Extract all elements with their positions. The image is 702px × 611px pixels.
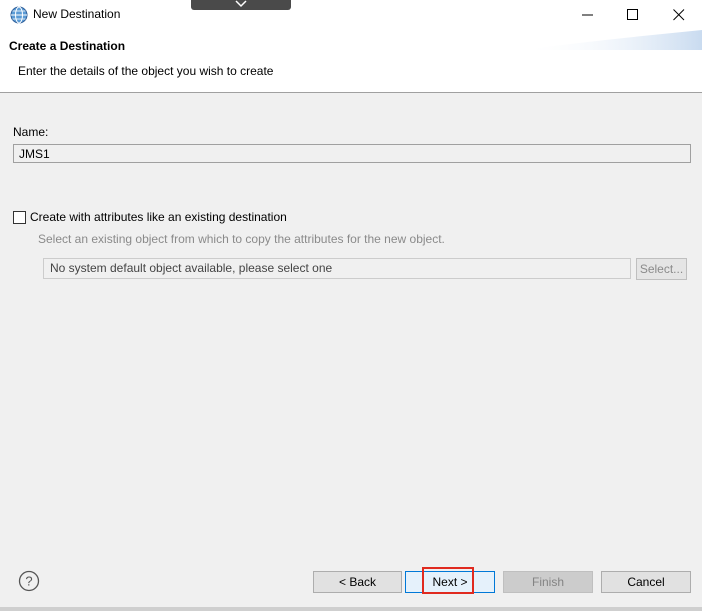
back-button[interactable]: < Back: [313, 571, 402, 593]
title-bar: New Destination: [0, 0, 702, 30]
existing-object-field: No system default object available, plea…: [43, 258, 631, 279]
next-button[interactable]: Next >: [405, 571, 495, 593]
select-button: Select...: [636, 258, 687, 280]
close-icon: [673, 9, 685, 21]
maximize-button[interactable]: [610, 0, 656, 30]
close-button[interactable]: [656, 0, 702, 30]
page-description: Enter the details of the object you wish…: [18, 64, 274, 78]
name-input[interactable]: [13, 144, 691, 163]
svg-text:?: ?: [25, 574, 32, 589]
page-title: Create a Destination: [9, 39, 126, 53]
window-title: New Destination: [33, 7, 121, 21]
copy-attributes-checkbox[interactable]: [13, 211, 26, 224]
wizard-banner: Create a Destination Enter the details o…: [0, 30, 702, 93]
finish-button: Finish: [503, 571, 593, 593]
window-bottom-edge: [0, 607, 702, 611]
cancel-button[interactable]: Cancel: [601, 571, 691, 593]
copy-attributes-hint: Select an existing object from which to …: [38, 232, 445, 246]
copy-attributes-label: Create with attributes like an existing …: [30, 210, 287, 224]
banner-decoration: [522, 30, 702, 50]
maximize-icon: [627, 9, 638, 20]
globe-icon: [10, 6, 28, 24]
minimize-icon: [582, 14, 593, 16]
dropdown-tab[interactable]: [191, 0, 291, 10]
name-label: Name:: [13, 125, 49, 139]
help-icon[interactable]: ?: [18, 570, 40, 592]
chevron-down-icon: [235, 0, 247, 8]
minimize-button[interactable]: [565, 0, 611, 30]
